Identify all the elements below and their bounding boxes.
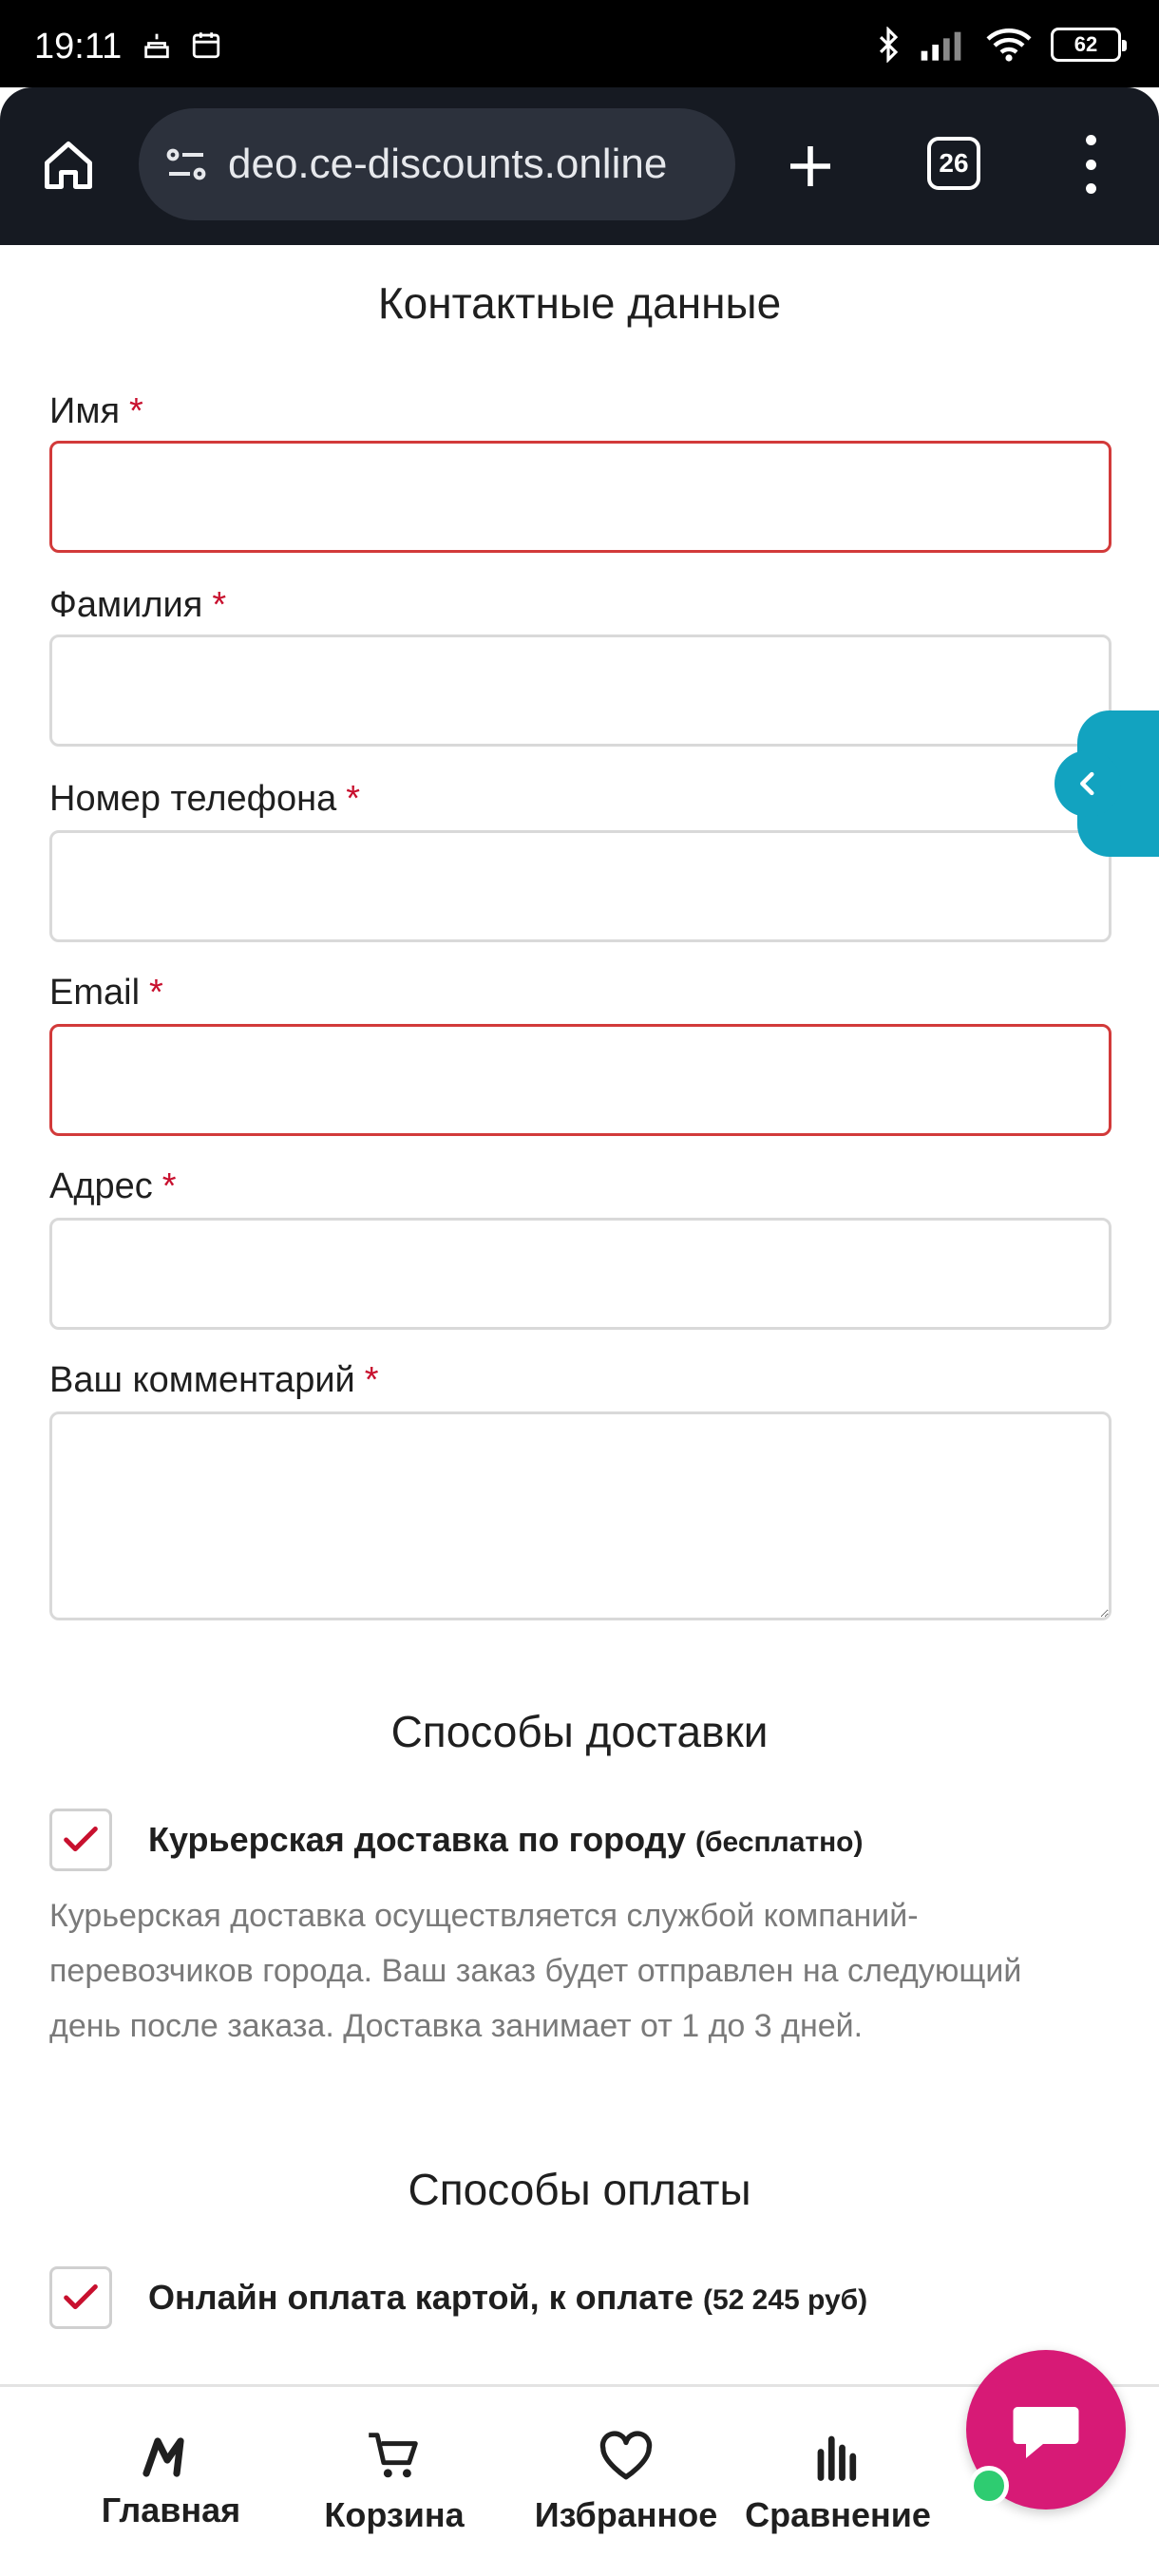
payment-title: Способы оплаты — [408, 2165, 751, 2214]
option-text: Онлайн оплата картой, к оплате — [148, 2278, 694, 2317]
menu-dot — [1085, 183, 1096, 194]
browser-toolbar: deo.ce-discounts.online 26 — [0, 87, 1159, 245]
label-text: Фамилия — [49, 585, 203, 625]
status-left-icons — [141, 28, 222, 61]
option-note: (бесплатно) — [695, 1827, 864, 1858]
nav-cart[interactable]: Корзина — [314, 2387, 475, 2576]
contacts-title: Контактные данные — [377, 278, 782, 328]
home-button[interactable] — [36, 133, 101, 198]
checkmark-icon — [64, 2284, 98, 2310]
tab-switcher-button[interactable]: 26 — [927, 137, 980, 190]
phone-input[interactable] — [49, 830, 1112, 942]
address-bar[interactable]: deo.ce-discounts.online — [139, 108, 735, 220]
required-mark: * — [364, 1360, 379, 1400]
status-bar: 19:11 62 — [0, 0, 1159, 87]
payment-card-checkbox[interactable] — [49, 2266, 112, 2329]
bar-chart-icon — [817, 2435, 857, 2481]
heart-icon — [599, 2431, 653, 2480]
menu-dot — [1085, 135, 1096, 145]
required-mark: * — [162, 1166, 177, 1206]
required-mark: * — [149, 973, 163, 1013]
nav-home[interactable]: Главная — [95, 2387, 247, 2576]
cake-icon — [144, 33, 169, 59]
wifi-icon — [986, 28, 1032, 62]
comment-textarea[interactable] — [49, 1411, 1112, 1620]
label-text: Email — [49, 973, 141, 1013]
chat-bubble-icon — [1013, 2407, 1079, 2458]
nav-compare[interactable]: Сравнение — [743, 2387, 933, 2576]
plus-icon — [790, 146, 830, 186]
bluetooth-icon — [879, 27, 899, 63]
required-mark: * — [129, 391, 143, 431]
online-status-dot — [969, 2466, 1009, 2506]
nav-favorites[interactable]: Избранное — [526, 2387, 726, 2576]
required-mark: * — [346, 779, 360, 819]
delivery-title: Способы доставки — [390, 1707, 769, 1756]
chevron-left-icon — [1080, 771, 1094, 796]
battery-indicator: 62 — [1051, 28, 1127, 62]
email-input[interactable] — [49, 1024, 1112, 1136]
nav-label-cart: Корзина — [324, 2495, 465, 2534]
logo-m-icon — [142, 2437, 184, 2477]
checkmark-icon — [64, 1827, 98, 1852]
first-name-input[interactable] — [49, 441, 1112, 553]
status-time: 19:11 — [34, 27, 123, 66]
option-note: (52 245 руб) — [702, 2284, 868, 2316]
signal-icon — [921, 31, 961, 61]
url-text: deo.ce-discounts.online — [228, 141, 668, 187]
field-label-comment: Ваш комментарий * — [49, 1360, 379, 1401]
field-label-last-name: Фамилия * — [49, 585, 226, 626]
label-text: Адрес — [49, 1166, 153, 1206]
label-text: Ваш комментарий — [49, 1360, 355, 1400]
delivery-description: Курьерская доставка осуществляется служб… — [49, 1898, 1022, 2044]
nav-label-compare: Сравнение — [745, 2495, 931, 2534]
label-text: Номер телефона — [49, 779, 337, 819]
delivery-option-label: Курьерская доставка по городу (бесплатно… — [148, 1820, 864, 1860]
home-icon — [45, 142, 92, 189]
required-mark: * — [212, 585, 227, 625]
field-label-email: Email * — [49, 973, 163, 1013]
new-tab-button[interactable] — [777, 133, 844, 199]
status-right-icons: 62 — [876, 27, 1127, 63]
delivery-courier-checkbox[interactable] — [49, 1809, 112, 1871]
nav-label-home: Главная — [101, 2491, 241, 2529]
address-input[interactable] — [49, 1218, 1112, 1330]
label-text: Имя — [49, 391, 121, 431]
field-label-phone: Номер телефона * — [49, 779, 360, 820]
field-label-first-name: Имя * — [49, 391, 143, 432]
calendar-icon — [192, 32, 220, 59]
option-text: Курьерская доставка по городу — [148, 1820, 686, 1859]
payment-option-label: Онлайн оплата картой, к оплате (52 245 р… — [148, 2278, 867, 2318]
site-settings-icon[interactable] — [163, 142, 209, 187]
nav-label-favorites: Избранное — [534, 2495, 718, 2534]
last-name-input[interactable] — [49, 635, 1112, 747]
side-handle-bump[interactable] — [1054, 750, 1121, 817]
cart-icon — [369, 2433, 418, 2478]
menu-dot — [1085, 159, 1096, 170]
field-label-address: Адрес * — [49, 1166, 177, 1207]
browser-menu-button[interactable] — [1074, 131, 1108, 198]
side-panel-handle[interactable] — [1054, 710, 1159, 857]
